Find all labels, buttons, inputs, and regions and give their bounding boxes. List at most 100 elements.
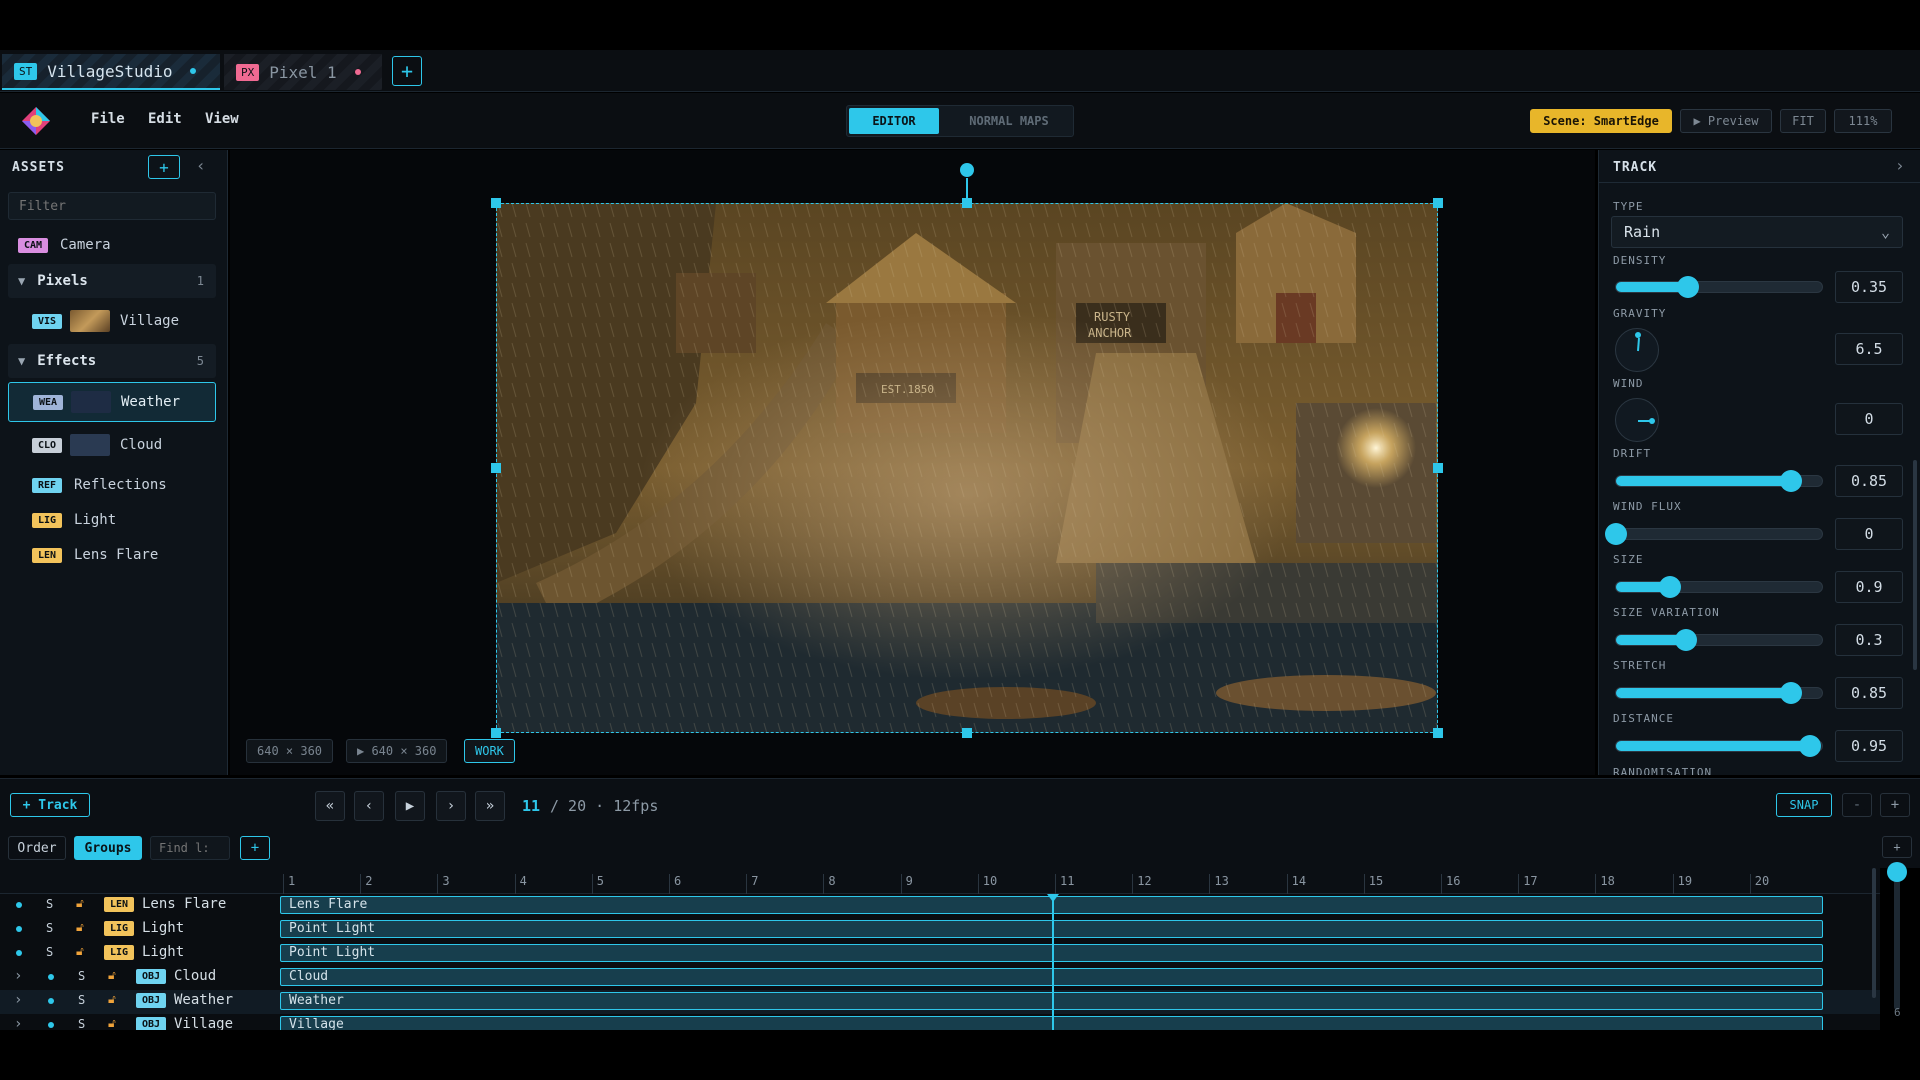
- visibility-icon[interactable]: [48, 998, 54, 1004]
- wind-dial[interactable]: [1615, 398, 1659, 442]
- last-frame-button[interactable]: »: [475, 791, 505, 821]
- prev-frame-button[interactable]: ‹: [354, 791, 384, 821]
- track-find-input[interactable]: [150, 836, 230, 860]
- resize-handle-ne[interactable]: [1433, 198, 1443, 208]
- lock-icon[interactable]: 🔓︎: [108, 968, 116, 983]
- fit-button[interactable]: FIT: [1780, 109, 1826, 133]
- add-track-button[interactable]: + Track: [10, 793, 90, 817]
- slider-knob[interactable]: [1605, 523, 1627, 545]
- timeline-row[interactable]: › S 🔓︎ OBJ Village Village: [0, 1014, 1880, 1030]
- solo-toggle[interactable]: S: [46, 945, 53, 959]
- timeline-row[interactable]: › S 🔓︎ OBJ Weather Weather: [0, 990, 1880, 1014]
- solo-toggle[interactable]: S: [78, 1017, 85, 1030]
- solo-toggle[interactable]: S: [78, 993, 85, 1007]
- gravity-dial[interactable]: [1615, 328, 1659, 372]
- expand-panel-button[interactable]: ›: [1895, 156, 1905, 175]
- visibility-icon[interactable]: [16, 902, 22, 908]
- type-select[interactable]: Rain ⌄: [1611, 216, 1903, 248]
- lock-icon[interactable]: 🔓︎: [108, 1016, 116, 1030]
- zoom-out-button[interactable]: -: [1842, 793, 1872, 817]
- timeline-row[interactable]: › S 🔓︎ OBJ Cloud Cloud: [0, 966, 1880, 990]
- density-value[interactable]: 0.35: [1835, 271, 1903, 303]
- visibility-icon[interactable]: [16, 950, 22, 956]
- asset-weather[interactable]: WEA Weather: [8, 382, 216, 422]
- asset-cloud[interactable]: CLO Cloud: [8, 428, 216, 462]
- tab-villagestudio[interactable]: ST VillageStudio: [2, 54, 220, 90]
- playhead-marker-icon[interactable]: [1047, 894, 1059, 902]
- next-frame-button[interactable]: ›: [436, 791, 466, 821]
- panel-scrollbar[interactable]: [1913, 460, 1917, 670]
- preview-button[interactable]: ▶ Preview: [1680, 109, 1772, 133]
- lock-icon[interactable]: 🔓︎: [76, 920, 84, 935]
- timeline-ruler[interactable]: 1 2 3 4 5 6 7 8 9 10 11 12 13 14 15 16 17 18 19 20: [0, 868, 1880, 894]
- solo-toggle[interactable]: S: [46, 897, 53, 911]
- work-area-toggle[interactable]: WORK: [464, 739, 515, 763]
- asset-reflections[interactable]: REF Reflections: [8, 468, 216, 502]
- size-variation-value[interactable]: 0.3: [1835, 624, 1903, 656]
- chevron-right-icon[interactable]: ›: [14, 992, 22, 1008]
- slider-knob[interactable]: [1675, 629, 1698, 651]
- density-slider[interactable]: [1615, 276, 1823, 298]
- add-group-button[interactable]: +: [240, 836, 270, 860]
- stretch-slider[interactable]: [1615, 682, 1823, 704]
- drift-slider[interactable]: [1615, 470, 1823, 492]
- asset-light[interactable]: LIG Light: [8, 503, 216, 537]
- zoom-in-button[interactable]: +: [1880, 793, 1910, 817]
- chevron-right-icon[interactable]: ›: [14, 968, 22, 984]
- chevron-right-icon[interactable]: ›: [14, 1016, 22, 1030]
- visibility-icon[interactable]: [48, 1022, 54, 1028]
- resize-handle-se[interactable]: [1433, 728, 1443, 738]
- size-slider[interactable]: [1615, 576, 1823, 598]
- chevron-down-icon[interactable]: ▼: [18, 354, 25, 368]
- wind-value[interactable]: 0: [1835, 403, 1903, 435]
- drift-value[interactable]: 0.85: [1835, 465, 1903, 497]
- group-pixels[interactable]: ▼ Pixels 1: [8, 264, 216, 298]
- playhead[interactable]: [1052, 894, 1054, 1030]
- collapse-panel-button[interactable]: ‹: [196, 156, 206, 175]
- distance-slider[interactable]: [1615, 735, 1823, 757]
- timeline-row[interactable]: S 🔓︎ LIG Light Point Light: [0, 942, 1880, 966]
- asset-lens-flare[interactable]: LEN Lens Flare: [8, 538, 216, 572]
- timeline-side-button[interactable]: +: [1882, 836, 1912, 858]
- visibility-icon[interactable]: [16, 926, 22, 932]
- menu-edit[interactable]: Edit: [148, 111, 182, 127]
- size-variation-slider[interactable]: [1615, 629, 1823, 651]
- wind-flux-slider[interactable]: [1605, 523, 1823, 545]
- timeline-zoom-knob[interactable]: [1887, 862, 1907, 882]
- visibility-icon[interactable]: [48, 974, 54, 980]
- resize-handle-sw[interactable]: [491, 728, 501, 738]
- tab-pixel-1[interactable]: PX Pixel 1: [224, 54, 382, 90]
- add-asset-button[interactable]: +: [148, 155, 180, 179]
- timeline-row[interactable]: S 🔓︎ LIG Light Point Light: [0, 918, 1880, 942]
- menu-view[interactable]: View: [205, 111, 239, 127]
- output-resolution[interactable]: ▶ 640 × 360: [346, 739, 448, 763]
- asset-filter-input[interactable]: [8, 192, 216, 220]
- stretch-value[interactable]: 0.85: [1835, 677, 1903, 709]
- chevron-down-icon[interactable]: ▼: [18, 274, 25, 288]
- timeline-scrollbar[interactable]: [1872, 868, 1876, 998]
- wind-flux-value[interactable]: 0: [1835, 518, 1903, 550]
- resize-handle-w[interactable]: [491, 463, 501, 473]
- solo-toggle[interactable]: S: [78, 969, 85, 983]
- scene-selector-button[interactable]: Scene: SmartEdge: [1530, 109, 1672, 133]
- size-value[interactable]: 0.9: [1835, 571, 1903, 603]
- slider-knob[interactable]: [1677, 276, 1700, 298]
- slider-knob[interactable]: [1798, 735, 1821, 757]
- slider-knob[interactable]: [1780, 470, 1803, 492]
- tab-normal-maps[interactable]: NORMAL MAPS: [947, 108, 1071, 134]
- snap-toggle[interactable]: SNAP: [1776, 793, 1832, 817]
- groups-toggle[interactable]: Groups: [74, 836, 142, 860]
- zoom-level[interactable]: 111%: [1834, 109, 1892, 133]
- rotate-handle[interactable]: [960, 163, 974, 177]
- order-toggle[interactable]: Order: [8, 836, 66, 860]
- timeline-zoom-track[interactable]: [1894, 870, 1900, 1010]
- scene-canvas[interactable]: RUSTY ANCHOR EST.1850: [496, 203, 1438, 733]
- timeline-row[interactable]: S 🔓︎ LEN Lens Flare Lens Flare: [0, 894, 1880, 918]
- current-frame[interactable]: 11: [522, 797, 540, 815]
- asset-village[interactable]: VIS Village: [8, 304, 216, 338]
- solo-toggle[interactable]: S: [46, 921, 53, 935]
- lock-icon[interactable]: 🔓︎: [108, 992, 116, 1007]
- resize-handle-e[interactable]: [1433, 463, 1443, 473]
- slider-knob[interactable]: [1658, 576, 1681, 598]
- tab-editor[interactable]: EDITOR: [849, 108, 939, 134]
